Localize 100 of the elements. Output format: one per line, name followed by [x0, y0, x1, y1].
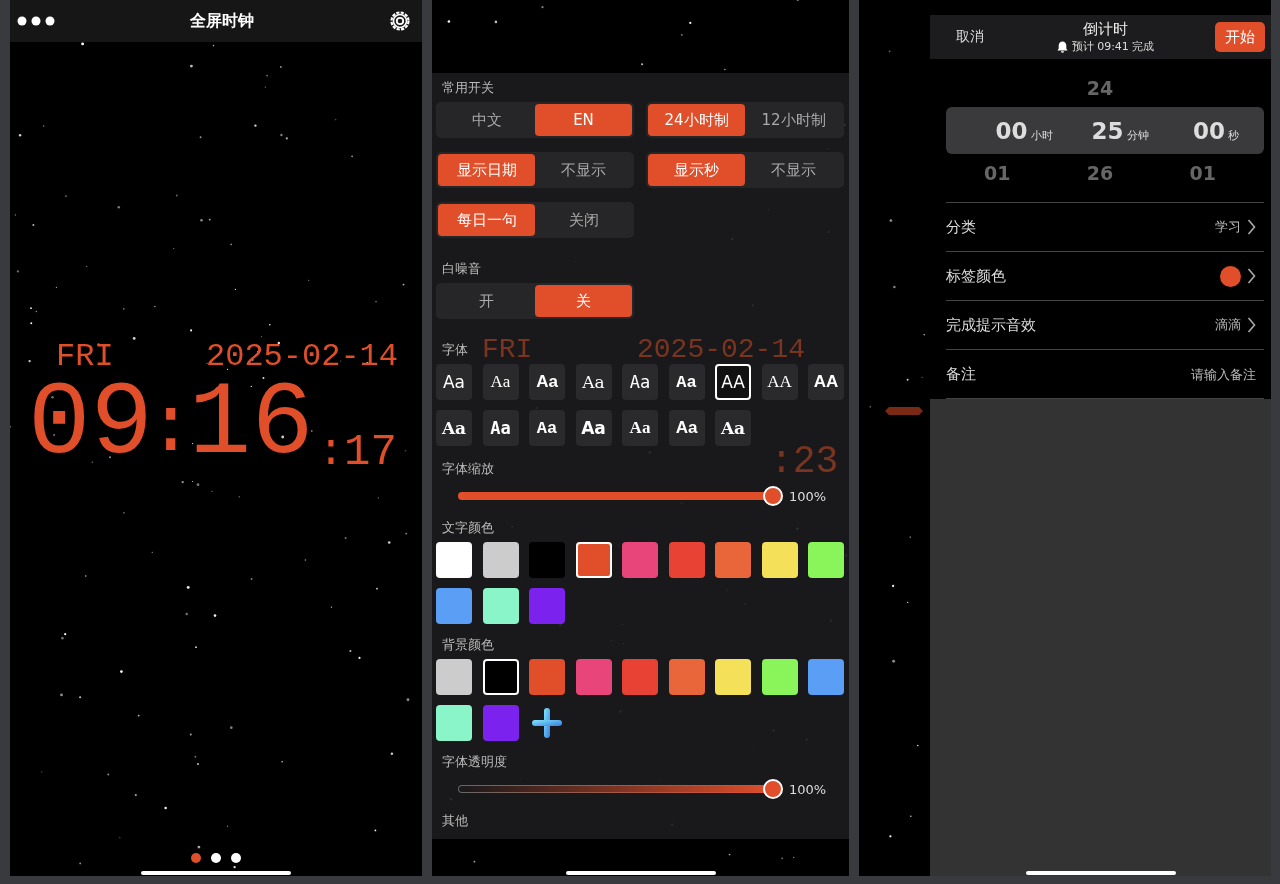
picker-value[interactable]: 25: [1091, 117, 1124, 144]
time-separator: :: [317, 430, 345, 474]
color-swatch[interactable]: [808, 542, 844, 578]
picker-option[interactable]: 24: [1048, 77, 1152, 99]
font-option[interactable]: Aa: [482, 410, 519, 446]
slider-value: 100%: [789, 488, 827, 504]
color-swatch[interactable]: [436, 542, 472, 578]
font-option[interactable]: Aa: [436, 410, 472, 446]
settings-row[interactable]: 分类 学习: [946, 203, 1264, 252]
section-label: 常用开关: [441, 79, 494, 97]
color-swatch[interactable]: [575, 659, 612, 695]
plus-icon: [531, 707, 563, 739]
sheet-title: 倒计时: [1083, 20, 1128, 39]
picker-option[interactable]: 01: [1151, 162, 1254, 184]
row-label: 备注: [946, 364, 976, 384]
font-option[interactable]: Aa: [575, 364, 612, 400]
color-swatch[interactable]: [761, 659, 798, 695]
segment-option[interactable]: 不显示: [745, 154, 842, 186]
start-button[interactable]: 开始: [1215, 22, 1265, 52]
segment-option[interactable]: 24小时制: [648, 104, 745, 136]
faded-date-text: 2025-02-14: [637, 339, 806, 361]
color-swatch[interactable]: [761, 542, 798, 578]
note-input-field[interactable]: 请输入备注: [1136, 366, 1256, 382]
color-swatch[interactable]: [715, 659, 751, 695]
font-option[interactable]: Aa: [436, 364, 472, 400]
slider-thumb[interactable]: [763, 779, 783, 799]
section-label: 文字颜色: [441, 519, 494, 537]
font-option[interactable]: Aa: [715, 410, 751, 446]
color-swatch[interactable]: [482, 705, 519, 741]
picker-value[interactable]: 00: [1193, 117, 1225, 144]
color-swatch[interactable]: [622, 659, 658, 695]
color-swatch[interactable]: [668, 659, 705, 695]
settings-row[interactable]: 完成提示音效 滴滴: [946, 301, 1264, 350]
picker-unit: 小时: [1030, 127, 1053, 143]
font-option[interactable]: Aa: [668, 364, 705, 400]
font-option[interactable]: Aa: [482, 364, 519, 400]
segment-option[interactable]: 显示秒: [648, 154, 745, 186]
finish-time-text: 预计 09:41 完成: [1071, 39, 1155, 54]
slider-thumb[interactable]: [763, 486, 783, 506]
segment-option[interactable]: 显示日期: [438, 154, 535, 186]
more-icon[interactable]: [16, 15, 56, 27]
color-swatch[interactable]: [622, 542, 658, 578]
font-option[interactable]: AA: [808, 364, 844, 400]
picker-option[interactable]: 01: [946, 162, 1049, 184]
weekday-text: FRI: [56, 340, 114, 374]
date-text: 2025-02-14: [205, 340, 398, 374]
color-swatch[interactable]: [529, 588, 565, 624]
cancel-button[interactable]: 取消: [956, 28, 984, 46]
segment-option[interactable]: EN: [535, 104, 632, 136]
color-swatch[interactable]: [436, 705, 472, 741]
color-swatch[interactable]: [715, 542, 751, 578]
color-swatch[interactable]: [575, 542, 612, 578]
font-option[interactable]: Aa: [668, 410, 705, 446]
color-swatch[interactable]: [529, 659, 565, 695]
color-swatch[interactable]: [436, 588, 472, 624]
settings-icon[interactable]: [388, 9, 412, 33]
picker-selection-band[interactable]: 00 小时 25 分钟 00 秒: [946, 107, 1264, 154]
page-indicator-dot[interactable]: [231, 853, 241, 863]
add-color-button[interactable]: [529, 705, 565, 741]
segment-option[interactable]: 每日一句: [438, 204, 535, 236]
color-swatch[interactable]: [529, 542, 565, 578]
color-swatch[interactable]: [482, 588, 519, 624]
color-swatch[interactable]: [482, 542, 519, 578]
bar-shape: [885, 407, 923, 415]
font-option[interactable]: Aa: [529, 410, 565, 446]
section-label: 字体透明度: [441, 753, 507, 771]
segment-option[interactable]: 开: [438, 285, 535, 317]
settings-row[interactable]: 标签颜色: [946, 252, 1264, 301]
picker-value[interactable]: 00: [995, 117, 1028, 144]
section-label: 字体: [441, 341, 468, 359]
font-option[interactable]: AA: [761, 364, 798, 400]
segment-option[interactable]: 中文: [438, 104, 535, 136]
section-label: 背景颜色: [441, 636, 494, 654]
slider[interactable]: [458, 486, 783, 506]
color-swatch[interactable]: [436, 659, 472, 695]
row-label: 完成提示音效: [946, 315, 1036, 335]
faded-seconds-digits: :23: [770, 442, 839, 482]
page-indicator-dot[interactable]: [191, 853, 201, 863]
bell-icon: [1056, 40, 1068, 53]
segment-option[interactable]: 不显示: [535, 154, 632, 186]
picker-unit: 分钟: [1126, 127, 1149, 143]
font-option[interactable]: Aa: [575, 410, 612, 446]
segment-option[interactable]: 12小时制: [745, 104, 842, 136]
color-swatch[interactable]: [808, 659, 844, 695]
font-option[interactable]: Aa: [529, 364, 565, 400]
segment-option[interactable]: 关: [535, 285, 632, 317]
color-swatch[interactable]: [482, 659, 519, 695]
section-label: 其他: [441, 812, 468, 830]
page-indicator-dot[interactable]: [211, 853, 221, 863]
segment-option[interactable]: 关闭: [535, 204, 632, 236]
font-option[interactable]: AA: [715, 364, 751, 400]
faded-weekday-text: FRI: [482, 339, 533, 361]
chevron-right-icon: [1247, 317, 1256, 333]
picker-option[interactable]: 26: [1048, 162, 1152, 184]
font-option[interactable]: Aa: [622, 364, 658, 400]
color-swatch[interactable]: [668, 542, 705, 578]
screen-title: 全屏时钟: [190, 10, 254, 32]
font-option[interactable]: Aa: [622, 410, 658, 446]
slider-value: 100%: [789, 781, 827, 797]
slider[interactable]: [458, 779, 783, 799]
